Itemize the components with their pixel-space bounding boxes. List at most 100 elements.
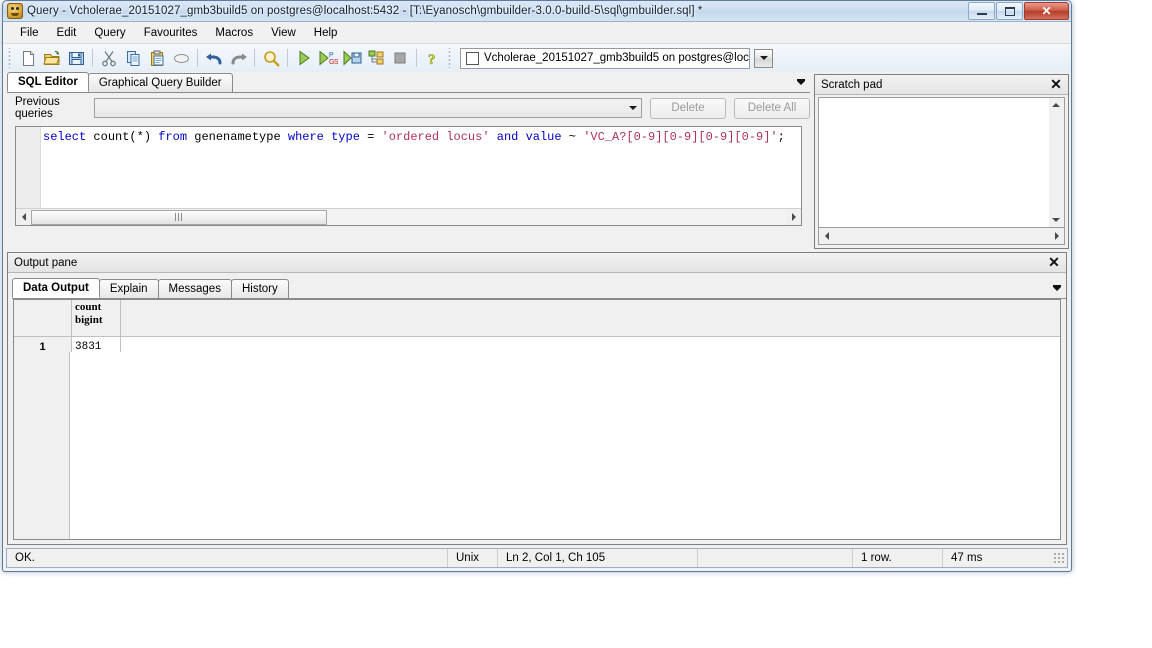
menu-item-query[interactable]: Query [85, 25, 134, 41]
toolbar-grip[interactable] [7, 48, 13, 68]
execute-query-icon[interactable] [292, 46, 316, 70]
scroll-left-button[interactable] [819, 229, 834, 244]
scroll-right-button[interactable] [786, 210, 801, 225]
tab-graphical-query-builder[interactable]: Graphical Query Builder [87, 73, 233, 92]
grid-empty-area [14, 352, 1060, 539]
status-bar: OK. Unix Ln 2, Col 1, Ch 105 1 row. 47 m… [6, 548, 1068, 568]
scroll-up-button[interactable] [1049, 98, 1063, 112]
sql-editor-hscroll-thumb[interactable] [31, 209, 327, 225]
sql-editor-body[interactable]: select count(*) from genenametype where … [16, 127, 801, 208]
scratch-pad-main [818, 97, 1065, 228]
help-question-icon[interactable]: ? [421, 46, 445, 70]
tab-data-output[interactable]: Data Output [12, 278, 100, 298]
scroll-left-button[interactable] [16, 210, 31, 225]
menu-item-view[interactable]: View [262, 25, 305, 41]
database-combo-value: Vcholerae_20151027_gmb3build5 on postgre… [484, 52, 749, 64]
sql-editor-hscroll-track[interactable] [31, 209, 786, 225]
chevron-left-icon [824, 232, 829, 240]
menu-item-file[interactable]: File [11, 25, 48, 41]
find-icon[interactable] [259, 46, 283, 70]
chevron-right-icon [791, 213, 796, 221]
collapse-arrow-icon [797, 79, 805, 85]
explain-analyze-tree-icon[interactable] [364, 46, 388, 70]
menu-item-favourites[interactable]: Favourites [135, 25, 207, 41]
database-combo-arrow[interactable] [754, 48, 773, 68]
query-panel-collapse-button[interactable] [794, 76, 808, 90]
menu-item-edit[interactable]: Edit [48, 25, 86, 41]
new-file-icon[interactable] [16, 46, 40, 70]
delete-all-button[interactable]: Delete All [734, 97, 810, 119]
sql-token: ~ [561, 130, 584, 144]
svg-text:?: ? [428, 52, 436, 67]
scratch-pad-textarea[interactable] [818, 97, 1049, 228]
sql-editor[interactable]: select count(*) from genenametype where … [15, 126, 802, 226]
scroll-down-button[interactable] [1049, 213, 1063, 227]
cut-icon[interactable] [97, 46, 121, 70]
eraser-icon[interactable] [169, 46, 193, 70]
resize-grip[interactable] [1053, 552, 1065, 564]
scratch-pad-caption: Scratch pad ✕ [815, 75, 1068, 95]
tab-messages[interactable]: Messages [157, 279, 232, 298]
copy-icon[interactable] [121, 46, 145, 70]
status-duration-value: 47 ms [951, 552, 983, 564]
delete-button[interactable]: Delete [650, 97, 726, 119]
status-duration: 47 ms [943, 549, 1053, 567]
stop-icon[interactable] [388, 46, 412, 70]
output-pane-caption: Output pane ✕ [8, 253, 1066, 273]
open-file-icon[interactable] [40, 46, 64, 70]
data-output-grid[interactable]: count bigint 1 3831 [13, 299, 1061, 540]
elephant-icon [7, 3, 23, 19]
save-file-icon[interactable] [64, 46, 88, 70]
header-filler [120, 300, 1060, 337]
row-number-header[interactable] [14, 300, 72, 337]
sql-token: 'ordered locus' [381, 130, 490, 144]
previous-queries-combo[interactable] [94, 98, 642, 118]
scratch-pad-vscrollbar[interactable] [1049, 97, 1065, 228]
menu-item-help[interactable]: Help [305, 25, 347, 41]
query-tabstrip: SQL Editor Graphical Query Builder [7, 72, 810, 93]
sql-token: = [359, 130, 382, 144]
previous-queries-row: Previous queries Delete Delete All [7, 96, 810, 120]
sql-editor-hscrollbar[interactable] [16, 208, 801, 225]
output-tabstrip: Data Output Explain Messages History [12, 277, 1066, 299]
close-button[interactable]: ✕ [1024, 2, 1069, 20]
main-content: SQL Editor Graphical Query Builder Previ… [3, 72, 1071, 545]
minimize-button[interactable] [968, 2, 995, 20]
previous-queries-combo-arrow[interactable] [624, 99, 641, 117]
execute-to-file-icon[interactable] [340, 46, 364, 70]
status-line-ending: Unix [448, 549, 498, 567]
menu-item-macros[interactable]: Macros [206, 25, 262, 41]
tab-history[interactable]: History [230, 279, 289, 298]
scratch-pad-hscrollbar[interactable] [818, 228, 1065, 245]
explain-query-icon[interactable]: PGS [316, 46, 340, 70]
redo-icon[interactable] [226, 46, 250, 70]
toolbar-separator [197, 49, 198, 67]
toolbar-grip[interactable] [447, 48, 453, 68]
scratch-pad-close-button[interactable]: ✕ [1049, 77, 1063, 91]
scratch-pad-inner [818, 97, 1065, 245]
tab-sql-editor[interactable]: SQL Editor [7, 72, 89, 92]
scroll-right-button[interactable] [1049, 229, 1064, 244]
tool-bar: PGS ? Vcholerae_20151027_gmb3build5 on p… [3, 44, 1071, 73]
tab-explain[interactable]: Explain [98, 279, 159, 298]
sql-query-text[interactable]: select count(*) from genenametype where … [41, 127, 801, 208]
query-panel: SQL Editor Graphical Query Builder Previ… [7, 72, 810, 249]
output-pane-close-button[interactable]: ✕ [1047, 255, 1061, 269]
results-table: count bigint 1 3831 [14, 300, 1060, 357]
svg-text:P: P [329, 52, 334, 59]
status-message: OK. [7, 549, 448, 567]
column-header-count[interactable]: count bigint [71, 300, 121, 337]
scratch-pad-panel: Scratch pad ✕ [814, 74, 1069, 249]
paste-icon[interactable] [145, 46, 169, 70]
chevron-down-icon [1052, 218, 1060, 222]
scratch-pad-hscroll-track[interactable] [834, 228, 1049, 244]
database-combo[interactable]: Vcholerae_20151027_gmb3build5 on postgre… [460, 47, 750, 69]
output-pane-collapse-button[interactable] [1050, 282, 1064, 296]
undo-icon[interactable] [202, 46, 226, 70]
maximize-button[interactable] [996, 2, 1023, 20]
database-checkbox[interactable] [466, 51, 479, 65]
output-pane: Output pane ✕ Data Output Explain Messag… [7, 252, 1067, 545]
status-cursor-position: Ln 2, Col 1, Ch 105 [498, 549, 698, 567]
